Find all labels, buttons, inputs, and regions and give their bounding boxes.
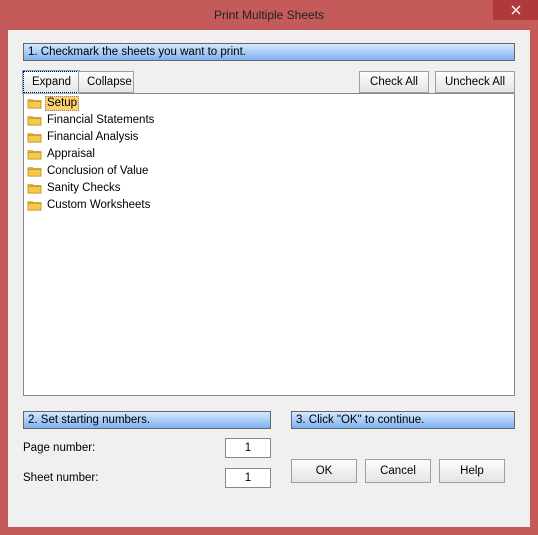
tree-item[interactable]: Sanity Checks (24, 180, 514, 197)
close-icon (511, 5, 521, 15)
folder-icon (27, 182, 42, 195)
uncheck-all-button[interactable]: Uncheck All (435, 71, 515, 93)
window-title: Print Multiple Sheets (214, 8, 324, 22)
title-bar: Print Multiple Sheets (0, 0, 538, 30)
tree-item[interactable]: Financial Statements (24, 112, 514, 129)
tree-item-label: Appraisal (45, 147, 97, 162)
tree-item[interactable]: Setup (24, 95, 514, 112)
help-button[interactable]: Help (439, 459, 505, 483)
tree-item-label: Financial Statements (45, 113, 156, 128)
folder-icon (27, 114, 42, 127)
section-3-header: 3. Click "OK" to continue. (291, 411, 515, 429)
tree-item-label: Financial Analysis (45, 130, 140, 145)
sheet-number-input[interactable] (225, 468, 271, 488)
folder-icon (27, 199, 42, 212)
tree-item-label: Setup (45, 96, 79, 111)
page-number-label: Page number: (23, 442, 225, 454)
collapse-button[interactable]: Collapse (78, 71, 134, 93)
sheet-tree[interactable]: Setup Financial Statements Financial Ana… (23, 93, 515, 396)
tree-item-label: Custom Worksheets (45, 198, 152, 213)
check-all-button[interactable]: Check All (359, 71, 429, 93)
expand-button[interactable]: Expand (23, 71, 79, 93)
folder-icon (27, 131, 42, 144)
tree-item-label: Sanity Checks (45, 181, 123, 196)
close-button[interactable] (493, 0, 538, 20)
tree-item[interactable]: Appraisal (24, 146, 514, 163)
ok-button[interactable]: OK (291, 459, 357, 483)
section-2-header: 2. Set starting numbers. (23, 411, 271, 429)
tree-item-label: Conclusion of Value (45, 164, 150, 179)
tree-item[interactable]: Financial Analysis (24, 129, 514, 146)
folder-icon (27, 165, 42, 178)
tree-item[interactable]: Conclusion of Value (24, 163, 514, 180)
tree-toolbar: Expand Collapse Check All Uncheck All (23, 71, 515, 93)
page-number-input[interactable] (225, 438, 271, 458)
section-1-header: 1. Checkmark the sheets you want to prin… (23, 43, 515, 61)
dialog-body: 1. Checkmark the sheets you want to prin… (8, 30, 530, 527)
folder-icon (27, 97, 42, 110)
folder-icon (27, 148, 42, 161)
cancel-button[interactable]: Cancel (365, 459, 431, 483)
sheet-number-label: Sheet number: (23, 472, 225, 484)
tree-item[interactable]: Custom Worksheets (24, 197, 514, 214)
